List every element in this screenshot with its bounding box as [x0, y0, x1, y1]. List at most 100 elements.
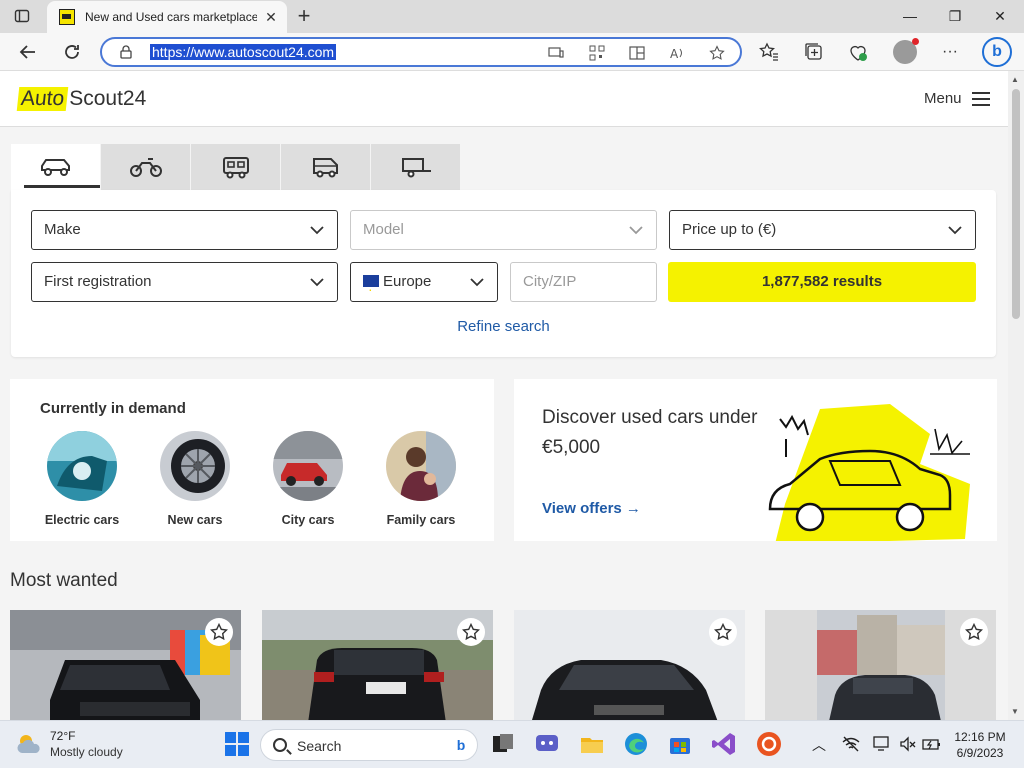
most-wanted-card[interactable] — [10, 610, 241, 720]
promo-title: Discover used cars under €5,000 — [542, 407, 758, 458]
tab-camper[interactable] — [191, 144, 281, 190]
app-available-icon[interactable] — [548, 45, 564, 61]
chevron-down-icon — [629, 226, 643, 235]
first-registration-label: First registration — [44, 273, 152, 290]
eu-flag-icon — [363, 270, 379, 308]
price-select[interactable]: Price up to (€) — [669, 210, 976, 250]
split-screen-icon[interactable] — [629, 45, 645, 61]
price-label: Price up to (€) — [682, 221, 777, 238]
edge-browser-icon[interactable] — [623, 731, 649, 757]
star-icon — [714, 623, 732, 641]
refine-search-link[interactable]: Refine search — [11, 318, 996, 335]
tab-car[interactable] — [11, 144, 101, 190]
taskbar-search[interactable]: Search b — [260, 729, 478, 761]
search-label: Search — [297, 738, 342, 754]
show-results-button[interactable]: 1,877,582 results — [668, 262, 976, 302]
cloudy-weather-icon[interactable] — [16, 733, 44, 755]
qr-code-icon[interactable] — [589, 45, 605, 61]
collections-icon[interactable] — [803, 41, 825, 63]
show-hidden-icons-chevron-icon[interactable]: ︿ — [812, 735, 826, 755]
browser-essentials-icon[interactable] — [847, 41, 869, 63]
svg-text:A: A — [670, 47, 679, 61]
page-scrollbar[interactable]: ▲ ▼ — [1008, 71, 1024, 720]
minimize-button[interactable]: — — [900, 6, 920, 26]
chevron-down-icon — [948, 226, 962, 235]
van-icon — [312, 158, 338, 178]
model-select[interactable]: Model — [350, 210, 657, 250]
star-icon — [462, 623, 480, 641]
url-text[interactable]: https://www.autoscout24.com — [150, 44, 337, 60]
ubuntu-icon[interactable] — [756, 731, 782, 757]
scrollbar-thumb[interactable] — [1012, 89, 1020, 319]
battery-charging-icon[interactable] — [922, 736, 942, 752]
most-wanted-card[interactable] — [514, 610, 745, 720]
tab-trailer[interactable] — [371, 144, 461, 190]
category-family-cars[interactable]: Family cars — [366, 431, 476, 527]
clock-date: 6/9/2023 — [956, 746, 1004, 760]
chevron-down-icon — [310, 278, 324, 287]
close-tab-icon[interactable]: ✕ — [263, 9, 279, 25]
task-view-icon[interactable] — [490, 731, 516, 757]
web-page: Auto Scout24 Menu Make Model Price up to… — [0, 71, 1008, 720]
refresh-icon[interactable] — [61, 41, 83, 63]
chevron-down-icon — [470, 278, 484, 287]
motorbike-icon — [129, 158, 162, 177]
chevron-down-icon — [310, 226, 324, 235]
bing-icon: b — [456, 737, 466, 753]
weather-description[interactable]: Mostly cloudy — [50, 745, 123, 759]
weather-temperature[interactable]: 72°F — [50, 729, 75, 743]
volume-muted-icon[interactable] — [899, 736, 917, 752]
category-electric-cars[interactable]: Electric cars — [27, 431, 137, 527]
demand-title: Currently in demand — [40, 400, 186, 417]
bing-chat-icon[interactable]: b — [982, 37, 1012, 67]
back-icon[interactable] — [17, 41, 39, 63]
country-select[interactable]: Europe — [350, 262, 498, 308]
tab-van[interactable] — [281, 144, 371, 190]
tab-motorbike[interactable] — [101, 144, 191, 190]
favorite-button[interactable] — [205, 618, 233, 646]
network-offline-icon[interactable] — [842, 736, 860, 752]
maximize-button[interactable]: ❐ — [945, 6, 965, 26]
chat-icon[interactable] — [534, 731, 560, 757]
address-bar[interactable]: https://www.autoscout24.com A — [100, 37, 742, 67]
scroll-down-arrow-icon[interactable]: ▼ — [1011, 707, 1019, 716]
favorite-button[interactable] — [960, 618, 988, 646]
most-wanted-card[interactable] — [262, 610, 493, 720]
windows-taskbar: 72°F Mostly cloudy Search b ︿ 12:16 PM 6… — [0, 720, 1024, 768]
close-window-button[interactable]: ✕ — [990, 6, 1010, 26]
car-icon — [40, 159, 70, 176]
most-wanted-card[interactable] — [765, 610, 996, 720]
new-cars-image — [160, 431, 230, 501]
view-offers-link[interactable]: View offers → — [542, 500, 641, 517]
city-zip-input[interactable]: City/ZIP — [510, 262, 657, 302]
star-icon — [965, 623, 983, 641]
read-aloud-icon[interactable]: A — [669, 45, 685, 61]
category-label: Electric cars — [44, 513, 120, 527]
autoscout24-logo[interactable]: Auto Scout24 — [16, 87, 146, 111]
search-form: Make Model Price up to (€) First registr… — [11, 190, 996, 357]
menu-button[interactable]: Menu — [924, 90, 990, 107]
system-clock[interactable]: 12:16 PM 6/9/2023 — [948, 729, 1012, 761]
favorite-button[interactable] — [709, 618, 737, 646]
favorites-icon[interactable] — [758, 41, 780, 63]
browser-tab-active[interactable]: New and Used cars marketplace ✕ — [47, 1, 287, 33]
new-tab-button[interactable]: + — [294, 5, 314, 27]
lock-icon[interactable] — [120, 45, 132, 59]
scroll-up-arrow-icon[interactable]: ▲ — [1011, 75, 1019, 84]
visual-studio-icon[interactable] — [711, 731, 737, 757]
more-icon[interactable]: ··· — [939, 41, 961, 63]
favorite-star-icon[interactable] — [709, 45, 725, 61]
category-label: New cars — [167, 513, 223, 527]
category-city-cars[interactable]: City cars — [253, 431, 363, 527]
microsoft-store-icon[interactable] — [667, 731, 693, 757]
display-icon[interactable] — [873, 736, 891, 752]
favorite-button[interactable] — [457, 618, 485, 646]
first-registration-select[interactable]: First registration — [31, 262, 338, 302]
windows-start-icon[interactable] — [224, 731, 250, 757]
category-new-cars[interactable]: New cars — [140, 431, 250, 527]
trailer-icon — [401, 158, 431, 178]
make-select[interactable]: Make — [31, 210, 338, 250]
profile-icon[interactable] — [893, 38, 919, 64]
tab-actions-icon[interactable] — [14, 8, 30, 24]
file-explorer-icon[interactable] — [579, 731, 605, 757]
